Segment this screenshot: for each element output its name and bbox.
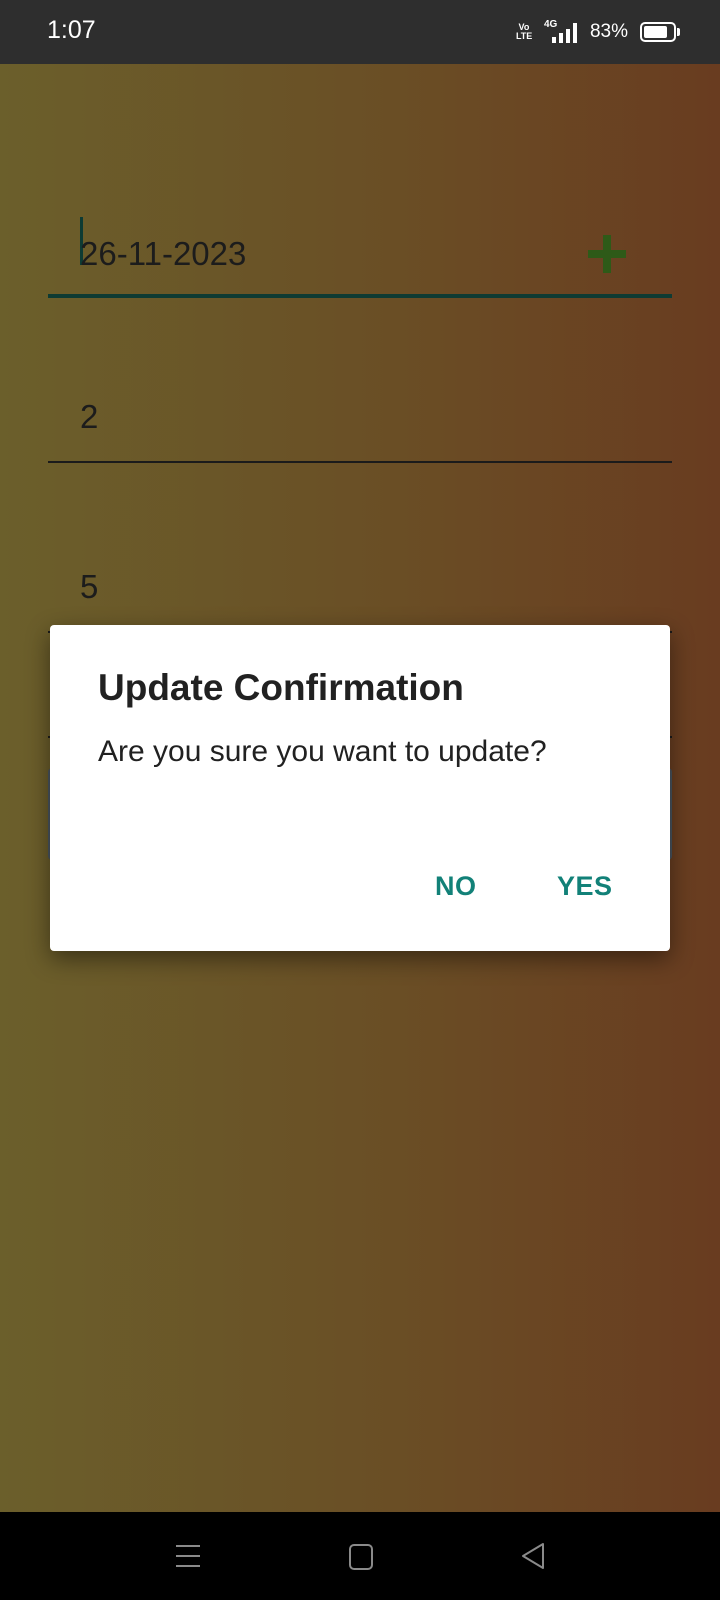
dialog-message: Are you sure you want to update?	[98, 735, 547, 768]
navigation-bar	[0, 1512, 720, 1600]
home-button[interactable]	[310, 1512, 410, 1600]
update-confirmation-dialog: Update Confirmation Are you sure you wan…	[50, 625, 670, 951]
home-icon	[349, 1544, 373, 1570]
yes-button[interactable]: YES	[557, 871, 613, 902]
recents-button[interactable]	[138, 1512, 238, 1600]
dialog-title: Update Confirmation	[98, 667, 464, 708]
back-icon	[522, 1543, 544, 1569]
no-button[interactable]: NO	[435, 871, 477, 902]
menu-icon	[176, 1545, 200, 1575]
back-button[interactable]	[482, 1512, 582, 1600]
